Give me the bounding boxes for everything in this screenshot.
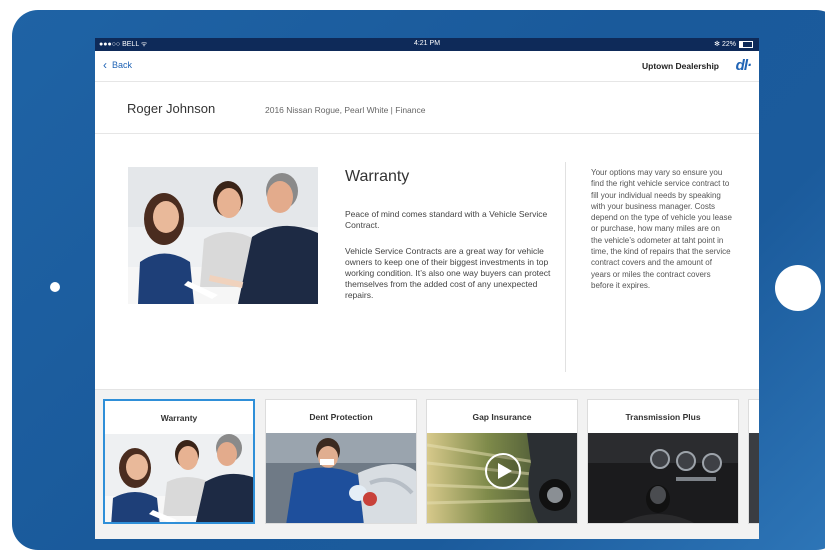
product-card-gap-insurance[interactable]: Gap Insurance xyxy=(426,399,578,524)
card-label: Warranty xyxy=(160,413,198,423)
product-card-transmission-plus[interactable]: Transmission Plus xyxy=(587,399,739,524)
play-icon[interactable] xyxy=(484,452,522,490)
status-bar: ●●●○○ BELL ᯤ 4:21 PM ✻ 22% xyxy=(95,38,759,51)
home-button[interactable] xyxy=(775,265,821,311)
back-button[interactable]: ‹ Back xyxy=(103,58,133,72)
customer-name: Roger Johnson xyxy=(127,101,216,116)
battery-percent: ✻ 22% xyxy=(714,41,736,48)
product-card-dent-protection[interactable]: Dent Protection xyxy=(265,399,417,524)
card-image-next xyxy=(749,433,759,523)
vehicle-info: 2016 Nissan Rogue, Pearl White | Finance xyxy=(265,105,426,115)
side-note: Your options may vary so ensure you find… xyxy=(591,168,732,290)
dealership-name: Uptown Dealership xyxy=(642,61,719,71)
battery-status: ✻ 22% xyxy=(714,40,753,48)
status-time: 4:21 PM xyxy=(413,40,441,47)
nav-bar: ‹ Back Uptown Dealership dl· xyxy=(95,51,759,82)
product-description: Vehicle Service Contracts are a great wa… xyxy=(345,246,551,300)
chevron-left-icon: ‹ xyxy=(103,58,107,72)
card-label: Gap Insurance xyxy=(472,412,532,422)
product-title: Warranty xyxy=(345,168,410,185)
card-image-warranty xyxy=(105,434,253,522)
card-label: Dent Protection xyxy=(309,412,373,422)
back-label: Back xyxy=(112,60,133,70)
card-label: Transmission Plus xyxy=(625,412,701,422)
card-image-dent-protection xyxy=(266,433,416,523)
warranty-photo xyxy=(128,167,318,304)
customer-header: Roger Johnson 2016 Nissan Rogue, Pearl W… xyxy=(95,82,759,134)
card-image-transmission-plus xyxy=(588,433,738,523)
product-card-warranty[interactable]: Warranty xyxy=(103,399,255,524)
product-tray: Warranty Dent Protection Gap Insurance T… xyxy=(95,389,759,539)
app-screen: ●●●○○ BELL ᯤ 4:21 PM ✻ 22% ‹ Back Uptown… xyxy=(95,38,759,539)
vertical-divider xyxy=(565,162,566,372)
camera xyxy=(50,282,60,292)
product-summary: Peace of mind comes standard with a Vehi… xyxy=(345,209,548,230)
dealer-logo: dl· xyxy=(735,57,752,74)
battery-icon xyxy=(739,40,753,48)
product-card-next[interactable] xyxy=(748,399,759,524)
